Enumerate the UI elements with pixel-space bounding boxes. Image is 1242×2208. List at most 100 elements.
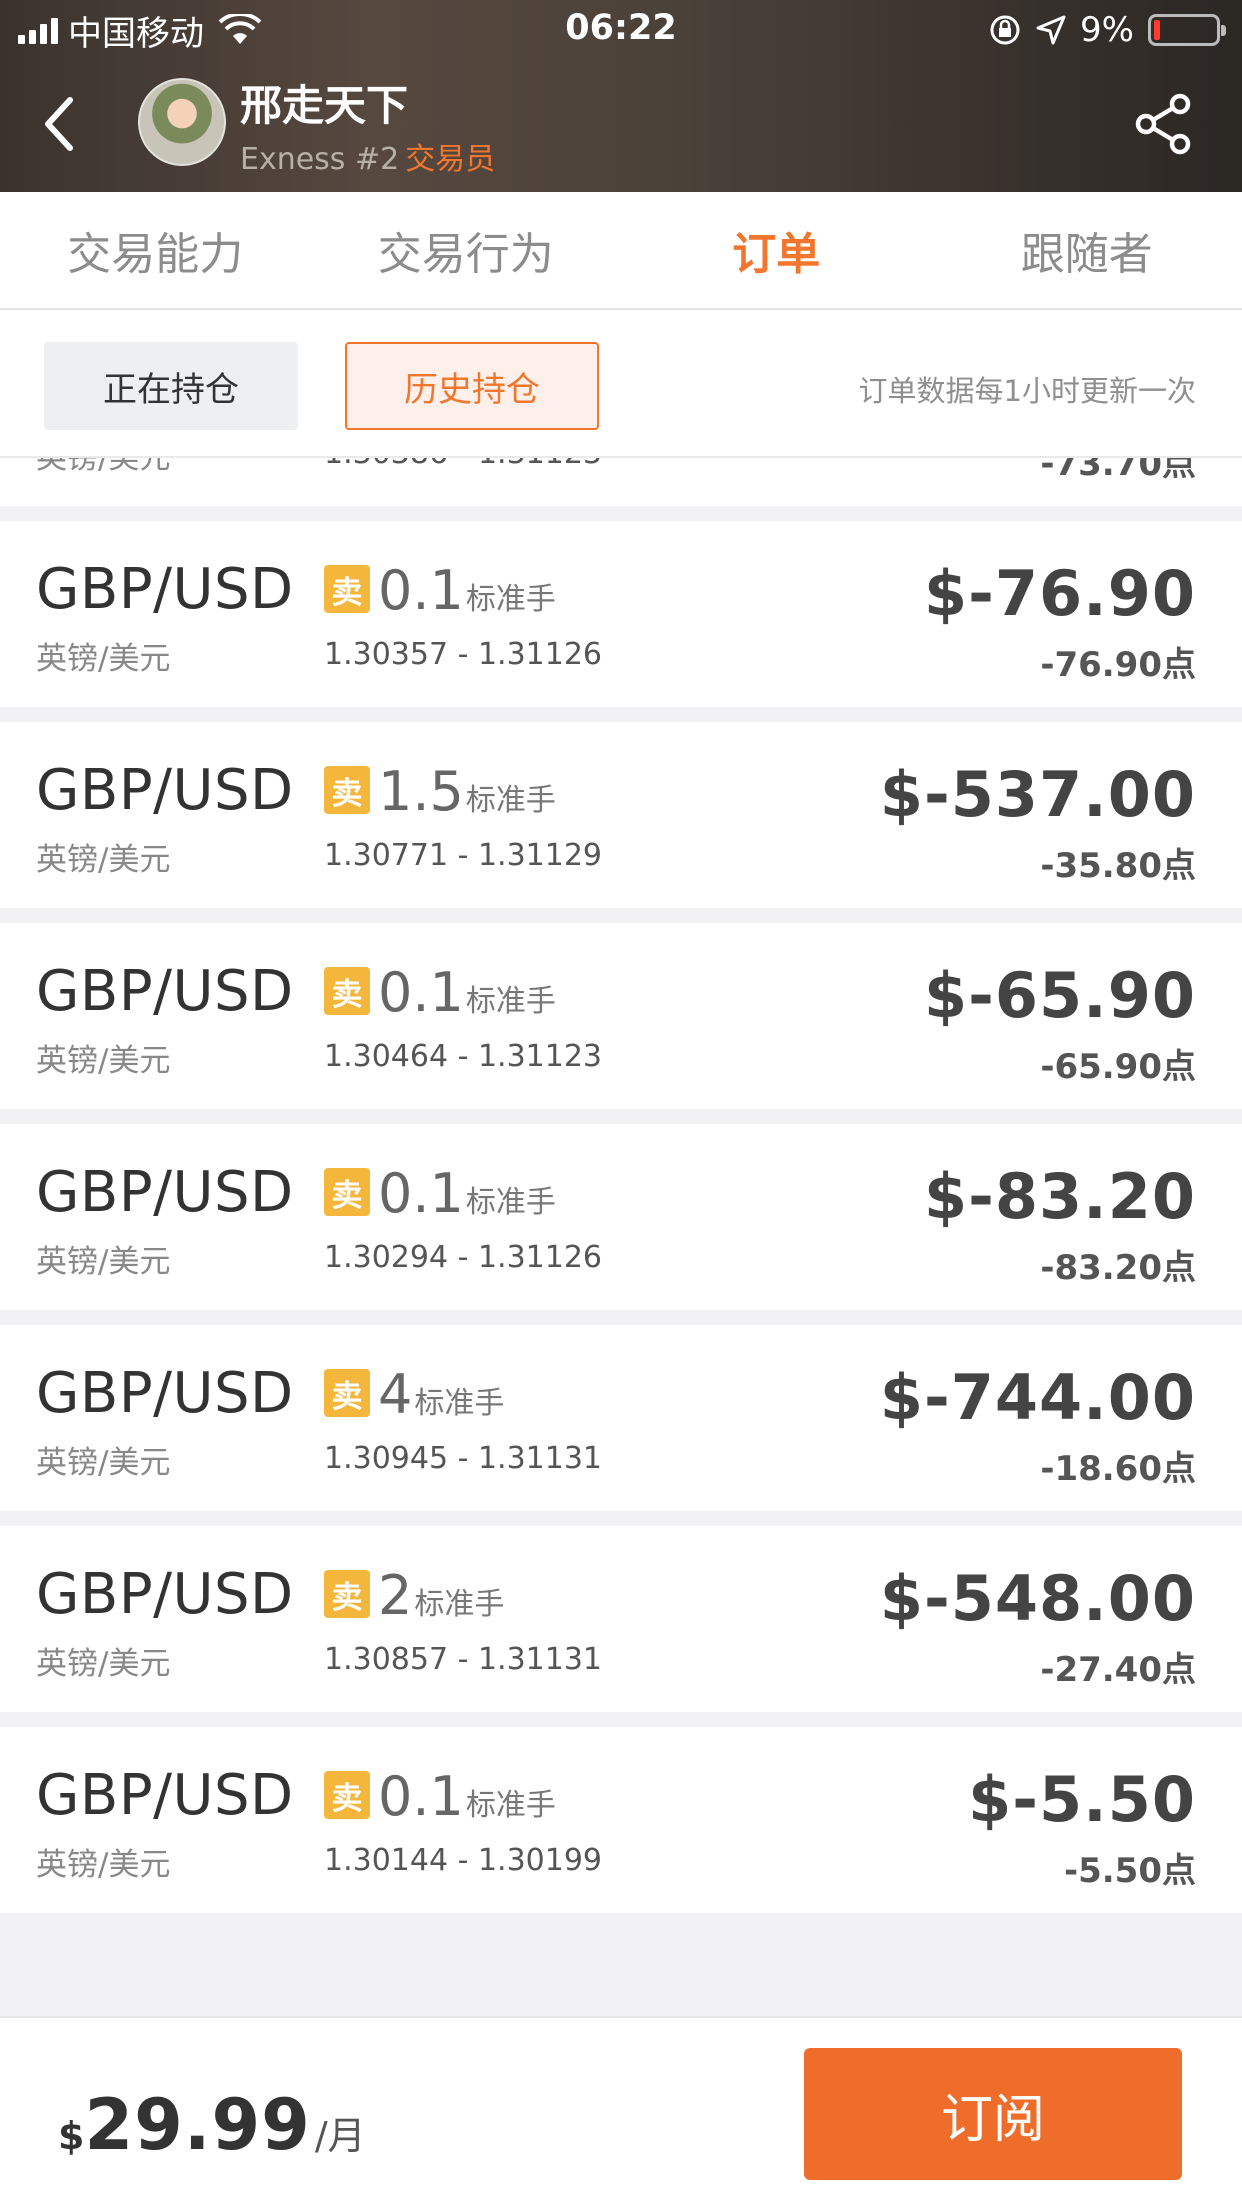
order-row[interactable]: GBP/USD英镑/美元卖0.1标准手1.30386 - 1.31123$-73…: [0, 458, 1242, 506]
price-range: 1.30144 - 1.30199: [324, 1843, 603, 1878]
order-list-content: GBP/USD英镑/美元卖0.1标准手1.30386 - 1.31123$-73…: [0, 458, 1242, 1928]
broker-account: Exness #2: [240, 142, 400, 177]
profit-amount: $-744.00: [879, 1361, 1196, 1434]
profit-points: -83.20点: [1040, 1248, 1196, 1288]
order-row[interactable]: GBP/USD 英镑/美元 卖 4标准手 1.30945 - 1.31131 $-744.…: [0, 1325, 1242, 1511]
profit-points: -5.50点: [1064, 1851, 1196, 1891]
price-period: /月: [314, 2114, 366, 2158]
trader-avatar[interactable]: [138, 78, 226, 166]
price-amount: 29.99: [84, 2084, 311, 2166]
lot-value: 1.5: [378, 760, 464, 823]
tab-followers[interactable]: 跟随者: [932, 192, 1242, 308]
currency-pair-cn: 英镑/美元: [36, 1043, 171, 1079]
price-range: 1.30857 - 1.31131: [324, 1642, 603, 1677]
currency-pair-cn: 英镑/美元: [36, 1445, 171, 1481]
lot-size: 4标准手: [378, 1363, 504, 1426]
currency-pair: GBP/USD: [36, 557, 294, 622]
profit-amount: $-537.00: [879, 758, 1196, 831]
profit-points: -27.40点: [1040, 1650, 1196, 1690]
lot-value: 0.1: [378, 559, 464, 622]
open-positions-button[interactable]: 正在持仓: [44, 342, 298, 430]
tab-trading-behavior[interactable]: 交易行为: [311, 192, 622, 308]
lot-unit: 标准手: [414, 1587, 505, 1622]
currency-pair: GBP/USD: [36, 758, 294, 823]
order-row[interactable]: GBP/USD 英镑/美元 卖 0.1标准手 1.30464 - 1.31123 $-65…: [0, 923, 1242, 1109]
order-list[interactable]: GBP/USD英镑/美元卖0.1标准手1.30386 - 1.31123$-73…: [0, 458, 1242, 2016]
status-bar: 中国移动 06:22 9%: [0, 0, 1242, 62]
currency-pair: GBP/USD: [36, 1763, 294, 1828]
price-range: 1.30771 - 1.31129: [324, 838, 603, 873]
currency-pair-cn: 英镑/美元: [36, 458, 171, 476]
lot-size: 0.1标准手: [378, 1162, 556, 1225]
header: 中国移动 06:22 9% 邢走天下 Exness #2 交易员: [0, 0, 1242, 192]
lot-unit: 标准手: [465, 582, 556, 617]
sell-badge: 卖: [324, 1168, 370, 1216]
order-row[interactable]: GBP/USD 英镑/美元 卖 0.1标准手 1.30357 - 1.31126 $-76…: [0, 521, 1242, 707]
rotation-lock-icon: [990, 15, 1020, 45]
profit-amount: $-65.90: [924, 959, 1196, 1032]
update-frequency-note: 订单数据每1小时更新一次: [858, 374, 1196, 408]
lot-value: 0.1: [378, 1765, 464, 1828]
price-range: 1.30294 - 1.31126: [324, 1240, 603, 1275]
trader-role: 交易员: [405, 142, 496, 177]
lot-value: 2: [378, 1564, 413, 1627]
profit-points: -73.70点: [1040, 458, 1196, 484]
status-right: 9%: [988, 10, 1226, 50]
subscription-price: $ 29.99 /月: [58, 2084, 366, 2166]
profit-points: -18.60点: [1040, 1449, 1196, 1489]
profit-points: -76.90点: [1040, 645, 1196, 685]
lot-unit: 标准手: [414, 1386, 505, 1421]
lot-size: 0.1标准手: [378, 559, 556, 622]
lot-unit: 标准手: [465, 1185, 556, 1220]
price-range: 1.30464 - 1.31123: [324, 1039, 603, 1074]
sell-badge: 卖: [324, 1570, 370, 1618]
battery-icon: [1148, 14, 1226, 46]
profit-points: -65.90点: [1040, 1047, 1196, 1087]
battery-percent: 9%: [1080, 10, 1134, 50]
price-range: 1.30945 - 1.31131: [324, 1441, 603, 1476]
lot-unit: 标准手: [465, 984, 556, 1019]
sell-badge: 卖: [324, 1771, 370, 1819]
trader-subtitle: Exness #2 交易员: [240, 134, 495, 178]
order-row[interactable]: GBP/USD 英镑/美元 卖 2标准手 1.30857 - 1.31131 $-548.…: [0, 1526, 1242, 1712]
location-arrow-icon: [1036, 15, 1066, 45]
profit-amount: $-5.50: [968, 1763, 1196, 1836]
order-row[interactable]: GBP/USD 英镑/美元 卖 1.5标准手 1.30771 - 1.31129 $-53…: [0, 722, 1242, 908]
share-icon[interactable]: [1132, 92, 1196, 156]
profit-amount: $-83.20: [924, 1160, 1196, 1233]
currency-pair: GBP/USD: [36, 1361, 294, 1426]
currency-pair: GBP/USD: [36, 1160, 294, 1225]
price-range: 1.30357 - 1.31126: [324, 637, 603, 672]
order-row[interactable]: GBP/USD 英镑/美元 卖 0.1标准手 1.30144 - 1.30199 $-5.…: [0, 1727, 1242, 1913]
currency-pair-cn: 英镑/美元: [36, 641, 171, 677]
battery-level: [1154, 20, 1160, 40]
currency-pair: GBP/USD: [36, 959, 294, 1024]
currency-pair-cn: 英镑/美元: [36, 842, 171, 878]
profit-points: -35.80点: [1040, 846, 1196, 886]
sell-badge: 卖: [324, 565, 370, 613]
sell-badge: 卖: [324, 1369, 370, 1417]
subscription-bar: $ 29.99 /月 订阅: [0, 2016, 1242, 2208]
lot-size: 2标准手: [378, 1564, 504, 1627]
tab-bar: 交易能力 交易行为 订单 跟随者: [0, 192, 1242, 310]
currency-pair-cn: 英镑/美元: [36, 1847, 171, 1883]
tab-trading-ability[interactable]: 交易能力: [0, 192, 311, 308]
tab-orders[interactable]: 订单: [621, 192, 932, 308]
lot-size: 0.1标准手: [378, 961, 556, 1024]
trader-name: 邢走天下: [240, 81, 409, 130]
back-arrow-icon[interactable]: [36, 92, 86, 156]
history-positions-button[interactable]: 历史持仓: [345, 342, 599, 430]
currency-pair-cn: 英镑/美元: [36, 1646, 171, 1682]
order-row[interactable]: GBP/USD 英镑/美元 卖 0.1标准手 1.30294 - 1.31126 $-83…: [0, 1124, 1242, 1310]
lot-size: 0.1标准手: [378, 1765, 556, 1828]
currency-pair: GBP/USD: [36, 1562, 294, 1627]
currency-pair-cn: 英镑/美元: [36, 1244, 171, 1280]
sell-badge: 卖: [324, 766, 370, 814]
profit-amount: $-548.00: [879, 1562, 1196, 1635]
subscribe-button[interactable]: 订阅: [804, 2048, 1182, 2180]
lot-value: 0.1: [378, 961, 464, 1024]
lot-value: 4: [378, 1363, 413, 1426]
lot-unit: 标准手: [465, 783, 556, 818]
price-currency: $: [58, 2114, 85, 2158]
lot-value: 0.1: [378, 1162, 464, 1225]
